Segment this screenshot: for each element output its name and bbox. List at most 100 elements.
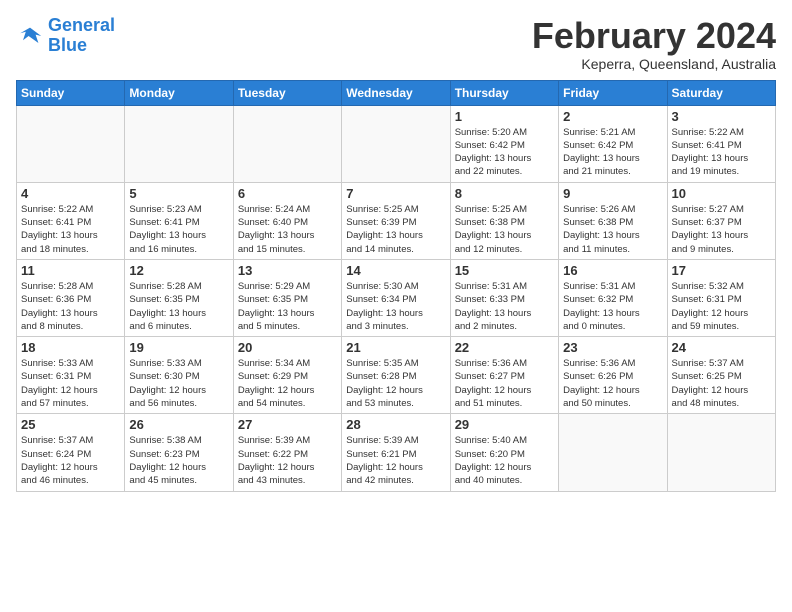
page-header: General Blue February 2024 Keperra, Quee… [16, 16, 776, 72]
day-info: Sunrise: 5:35 AM Sunset: 6:28 PM Dayligh… [346, 357, 445, 410]
calendar-header-thursday: Thursday [450, 80, 558, 105]
day-info: Sunrise: 5:21 AM Sunset: 6:42 PM Dayligh… [563, 126, 662, 179]
calendar-cell [559, 414, 667, 491]
day-info: Sunrise: 5:40 AM Sunset: 6:20 PM Dayligh… [455, 434, 554, 487]
day-info: Sunrise: 5:39 AM Sunset: 6:21 PM Dayligh… [346, 434, 445, 487]
calendar-cell: 27Sunrise: 5:39 AM Sunset: 6:22 PM Dayli… [233, 414, 341, 491]
calendar-cell: 3 Sunrise: 5:22 AM Sunset: 6:41 PM Daylig… [667, 105, 775, 182]
calendar-cell: 19 Sunrise: 5:33 AM Sunset: 6:30 PM Dayli… [125, 337, 233, 414]
calendar-cell: 8 Sunrise: 5:25 AM Sunset: 6:38 PM Daylig… [450, 182, 558, 259]
calendar-cell [125, 105, 233, 182]
calendar-header-friday: Friday [559, 80, 667, 105]
logo-text: General Blue [48, 16, 115, 56]
calendar-week-row: 1 Sunrise: 5:20 AM Sunset: 6:42 PM Daylig… [17, 105, 776, 182]
calendar-cell: 14 Sunrise: 5:30 AM Sunset: 6:34 PM Dayli… [342, 259, 450, 336]
calendar-cell: 12 Sunrise: 5:28 AM Sunset: 6:35 PM Dayli… [125, 259, 233, 336]
day-number: 15 [455, 263, 554, 278]
title-block: February 2024 Keperra, Queensland, Austr… [532, 16, 776, 72]
day-number: 21 [346, 340, 445, 355]
day-number: 14 [346, 263, 445, 278]
calendar-cell: 4 Sunrise: 5:22 AM Sunset: 6:41 PM Daylig… [17, 182, 125, 259]
day-info: Sunrise: 5:28 AM Sunset: 6:35 PM Dayligh… [129, 280, 228, 333]
calendar-cell: 25 Sunrise: 5:37 AM Sunset: 6:24 PM Dayli… [17, 414, 125, 491]
day-number: 13 [238, 263, 337, 278]
calendar-cell: 5Sunrise: 5:23 AM Sunset: 6:41 PM Daylig… [125, 182, 233, 259]
day-number: 22 [455, 340, 554, 355]
day-number: 4 [21, 186, 120, 201]
day-number: 18 [21, 340, 120, 355]
calendar-cell: 23Sunrise: 5:36 AM Sunset: 6:26 PM Dayli… [559, 337, 667, 414]
calendar-cell: 22 Sunrise: 5:36 AM Sunset: 6:27 PM Dayli… [450, 337, 558, 414]
day-number: 28 [346, 417, 445, 432]
day-number: 19 [129, 340, 228, 355]
day-info: Sunrise: 5:39 AM Sunset: 6:22 PM Dayligh… [238, 434, 337, 487]
day-number: 12 [129, 263, 228, 278]
day-info: Sunrise: 5:37 AM Sunset: 6:24 PM Dayligh… [21, 434, 120, 487]
calendar-cell: 11 Sunrise: 5:28 AM Sunset: 6:36 PM Dayli… [17, 259, 125, 336]
day-info: Sunrise: 5:30 AM Sunset: 6:34 PM Dayligh… [346, 280, 445, 333]
calendar-header-row: SundayMondayTuesdayWednesdayThursdayFrid… [17, 80, 776, 105]
day-number: 26 [129, 417, 228, 432]
logo: General Blue [16, 16, 115, 56]
day-info: Sunrise: 5:23 AM Sunset: 6:41 PM Dayligh… [129, 203, 228, 256]
day-info: Sunrise: 5:27 AM Sunset: 6:37 PM Dayligh… [672, 203, 771, 256]
calendar-week-row: 18 Sunrise: 5:33 AM Sunset: 6:31 PM Dayli… [17, 337, 776, 414]
day-info: Sunrise: 5:33 AM Sunset: 6:31 PM Dayligh… [21, 357, 120, 410]
day-number: 7 [346, 186, 445, 201]
day-info: Sunrise: 5:25 AM Sunset: 6:39 PM Dayligh… [346, 203, 445, 256]
calendar-cell: 20Sunrise: 5:34 AM Sunset: 6:29 PM Dayli… [233, 337, 341, 414]
logo-bird-icon [16, 22, 44, 50]
day-number: 6 [238, 186, 337, 201]
day-number: 9 [563, 186, 662, 201]
calendar-cell: 13 Sunrise: 5:29 AM Sunset: 6:35 PM Dayli… [233, 259, 341, 336]
day-info: Sunrise: 5:33 AM Sunset: 6:30 PM Dayligh… [129, 357, 228, 410]
day-number: 3 [672, 109, 771, 124]
day-info: Sunrise: 5:24 AM Sunset: 6:40 PM Dayligh… [238, 203, 337, 256]
calendar-cell: 21 Sunrise: 5:35 AM Sunset: 6:28 PM Dayli… [342, 337, 450, 414]
calendar-cell: 16Sunrise: 5:31 AM Sunset: 6:32 PM Dayli… [559, 259, 667, 336]
day-info: Sunrise: 5:38 AM Sunset: 6:23 PM Dayligh… [129, 434, 228, 487]
day-info: Sunrise: 5:25 AM Sunset: 6:38 PM Dayligh… [455, 203, 554, 256]
calendar-header-sunday: Sunday [17, 80, 125, 105]
calendar-cell: 10Sunrise: 5:27 AM Sunset: 6:37 PM Dayli… [667, 182, 775, 259]
calendar-table: SundayMondayTuesdayWednesdayThursdayFrid… [16, 80, 776, 492]
day-number: 17 [672, 263, 771, 278]
day-number: 1 [455, 109, 554, 124]
day-number: 11 [21, 263, 120, 278]
calendar-header-tuesday: Tuesday [233, 80, 341, 105]
day-number: 8 [455, 186, 554, 201]
calendar-header-monday: Monday [125, 80, 233, 105]
day-info: Sunrise: 5:22 AM Sunset: 6:41 PM Dayligh… [672, 126, 771, 179]
day-info: Sunrise: 5:26 AM Sunset: 6:38 PM Dayligh… [563, 203, 662, 256]
calendar-cell: 9 Sunrise: 5:26 AM Sunset: 6:38 PM Daylig… [559, 182, 667, 259]
calendar-cell [342, 105, 450, 182]
calendar-cell: 28 Sunrise: 5:39 AM Sunset: 6:21 PM Dayli… [342, 414, 450, 491]
calendar-cell [667, 414, 775, 491]
calendar-cell: 1 Sunrise: 5:20 AM Sunset: 6:42 PM Daylig… [450, 105, 558, 182]
day-info: Sunrise: 5:37 AM Sunset: 6:25 PM Dayligh… [672, 357, 771, 410]
day-info: Sunrise: 5:34 AM Sunset: 6:29 PM Dayligh… [238, 357, 337, 410]
day-info: Sunrise: 5:22 AM Sunset: 6:41 PM Dayligh… [21, 203, 120, 256]
day-info: Sunrise: 5:31 AM Sunset: 6:33 PM Dayligh… [455, 280, 554, 333]
day-info: Sunrise: 5:20 AM Sunset: 6:42 PM Dayligh… [455, 126, 554, 179]
day-number: 25 [21, 417, 120, 432]
day-info: Sunrise: 5:29 AM Sunset: 6:35 PM Dayligh… [238, 280, 337, 333]
calendar-cell [17, 105, 125, 182]
day-number: 29 [455, 417, 554, 432]
calendar-week-row: 11 Sunrise: 5:28 AM Sunset: 6:36 PM Dayli… [17, 259, 776, 336]
calendar-cell: 24 Sunrise: 5:37 AM Sunset: 6:25 PM Dayli… [667, 337, 775, 414]
calendar-week-row: 25 Sunrise: 5:37 AM Sunset: 6:24 PM Dayli… [17, 414, 776, 491]
day-number: 24 [672, 340, 771, 355]
day-info: Sunrise: 5:36 AM Sunset: 6:26 PM Dayligh… [563, 357, 662, 410]
calendar-cell: 17 Sunrise: 5:32 AM Sunset: 6:31 PM Dayli… [667, 259, 775, 336]
calendar-week-row: 4 Sunrise: 5:22 AM Sunset: 6:41 PM Daylig… [17, 182, 776, 259]
day-info: Sunrise: 5:32 AM Sunset: 6:31 PM Dayligh… [672, 280, 771, 333]
month-title: February 2024 [532, 16, 776, 56]
calendar-cell: 18 Sunrise: 5:33 AM Sunset: 6:31 PM Dayli… [17, 337, 125, 414]
calendar-cell: 2Sunrise: 5:21 AM Sunset: 6:42 PM Daylig… [559, 105, 667, 182]
calendar-cell: 15 Sunrise: 5:31 AM Sunset: 6:33 PM Dayli… [450, 259, 558, 336]
day-info: Sunrise: 5:36 AM Sunset: 6:27 PM Dayligh… [455, 357, 554, 410]
calendar-cell [233, 105, 341, 182]
day-info: Sunrise: 5:28 AM Sunset: 6:36 PM Dayligh… [21, 280, 120, 333]
calendar-cell: 6 Sunrise: 5:24 AM Sunset: 6:40 PM Daylig… [233, 182, 341, 259]
